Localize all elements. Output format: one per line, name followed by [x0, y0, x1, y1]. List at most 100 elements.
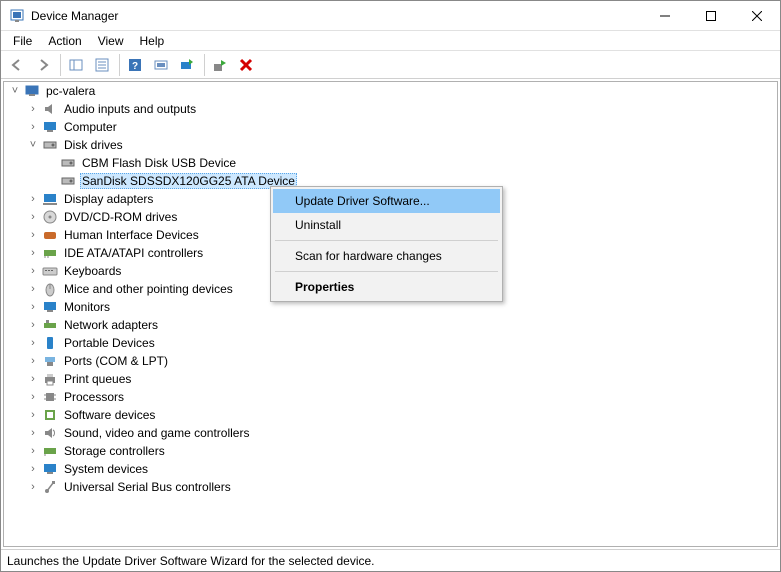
expand-icon[interactable]: › — [26, 337, 40, 349]
tree-node-portable[interactable]: › Portable Devices — [26, 334, 777, 352]
tree-node-label: CBM Flash Disk USB Device — [80, 156, 238, 170]
enable-button[interactable] — [208, 53, 232, 77]
tree-node-label: Human Interface Devices — [62, 228, 201, 242]
context-menu: Update Driver Software... Uninstall Scan… — [270, 186, 503, 302]
collapse-icon[interactable]: ˅ — [26, 139, 40, 151]
expand-icon[interactable]: › — [26, 211, 40, 223]
close-button[interactable] — [734, 1, 780, 30]
toolbar-separator — [60, 54, 61, 76]
monitor-icon — [42, 299, 58, 315]
tree-node-label: Sound, video and game controllers — [62, 426, 251, 440]
expand-icon[interactable]: › — [26, 247, 40, 259]
menu-help[interactable]: Help — [132, 32, 173, 50]
tree-node-label: Keyboards — [62, 264, 123, 278]
printer-icon — [42, 371, 58, 387]
toolbar-separator — [204, 54, 205, 76]
keyboard-icon — [42, 263, 58, 279]
tree-node-label: Processors — [62, 390, 126, 404]
context-separator — [275, 271, 498, 272]
expand-icon[interactable]: › — [26, 193, 40, 205]
menubar: File Action View Help — [1, 31, 780, 51]
tree-node-label: Print queues — [62, 372, 133, 386]
software-icon — [42, 407, 58, 423]
context-uninstall[interactable]: Uninstall — [273, 213, 500, 237]
tree-node-processors[interactable]: › Processors — [26, 388, 777, 406]
tree-node-system[interactable]: › System devices — [26, 460, 777, 478]
expand-icon[interactable]: › — [26, 283, 40, 295]
tree-node-label: Storage controllers — [62, 444, 167, 458]
expand-icon[interactable]: › — [26, 391, 40, 403]
menu-view[interactable]: View — [90, 32, 132, 50]
statusbar-text: Launches the Update Driver Software Wiza… — [7, 554, 375, 568]
network-icon — [42, 317, 58, 333]
uninstall-button[interactable] — [234, 53, 258, 77]
tree-root[interactable]: ˅ pc-valera — [8, 82, 777, 100]
portable-icon — [42, 335, 58, 351]
context-separator — [275, 240, 498, 241]
tree-node-label: Universal Serial Bus controllers — [62, 480, 233, 494]
mouse-icon — [42, 281, 58, 297]
expand-icon[interactable]: › — [26, 355, 40, 367]
tree-node-sound[interactable]: › Sound, video and game controllers — [26, 424, 777, 442]
tree-node-label: Mice and other pointing devices — [62, 282, 235, 296]
expand-icon[interactable]: › — [26, 373, 40, 385]
expand-icon[interactable]: › — [26, 409, 40, 421]
expand-icon[interactable]: › — [26, 319, 40, 331]
maximize-button[interactable] — [688, 1, 734, 30]
scan-hardware-button[interactable] — [149, 53, 173, 77]
monitor-icon — [42, 119, 58, 135]
svg-text:?: ? — [132, 61, 138, 72]
expand-icon[interactable]: › — [26, 445, 40, 457]
expand-icon[interactable]: › — [26, 427, 40, 439]
app-icon — [9, 8, 25, 24]
sound-icon — [42, 425, 58, 441]
expand-icon[interactable]: › — [26, 103, 40, 115]
tree-node-storage[interactable]: › Storage controllers — [26, 442, 777, 460]
update-driver-button[interactable] — [175, 53, 199, 77]
menu-file[interactable]: File — [5, 32, 40, 50]
tree-node-label: DVD/CD-ROM drives — [62, 210, 179, 224]
expand-icon[interactable]: › — [26, 301, 40, 313]
tree-node-label: Software devices — [62, 408, 157, 422]
tree-node-label: Audio inputs and outputs — [62, 102, 198, 116]
tree-node-label: Computer — [62, 120, 119, 134]
back-button[interactable] — [5, 53, 29, 77]
tree-node-label: Disk drives — [62, 138, 125, 152]
window-buttons — [642, 1, 780, 30]
tree-node-disk-cbm[interactable]: CBM Flash Disk USB Device — [44, 154, 777, 172]
tree-node-label: Portable Devices — [62, 336, 157, 350]
expand-icon[interactable]: › — [26, 265, 40, 277]
tree-node-label: System devices — [62, 462, 150, 476]
show-hide-button[interactable] — [64, 53, 88, 77]
ide-icon — [42, 245, 58, 261]
help-button[interactable]: ? — [123, 53, 147, 77]
forward-button[interactable] — [31, 53, 55, 77]
expand-icon[interactable]: › — [26, 121, 40, 133]
expand-icon[interactable]: › — [26, 481, 40, 493]
context-scan[interactable]: Scan for hardware changes — [273, 244, 500, 268]
statusbar: Launches the Update Driver Software Wiza… — [1, 549, 780, 571]
tree-node-usb[interactable]: › Universal Serial Bus controllers — [26, 478, 777, 496]
titlebar: Device Manager — [1, 1, 780, 31]
properties-button[interactable] — [90, 53, 114, 77]
tree-node-software[interactable]: › Software devices — [26, 406, 777, 424]
tree-node-label: Ports (COM & LPT) — [62, 354, 170, 368]
menu-action[interactable]: Action — [40, 32, 89, 50]
computer-icon — [24, 83, 40, 99]
tree-node-network[interactable]: ›Network adapters — [26, 316, 777, 334]
device-tree-pane[interactable]: ˅ pc-valera › Audio inputs and outputs › C… — [3, 81, 778, 547]
tree-node-disk-drives[interactable]: ˅ Disk drives — [26, 136, 777, 154]
disk-icon — [42, 137, 58, 153]
toolbar: ? — [1, 51, 780, 79]
expand-icon[interactable]: › — [26, 229, 40, 241]
tree-node-ports[interactable]: › Ports (COM & LPT) — [26, 352, 777, 370]
minimize-button[interactable] — [642, 1, 688, 30]
tree-node-computer[interactable]: › Computer — [26, 118, 777, 136]
tree-node-print[interactable]: › Print queues — [26, 370, 777, 388]
expand-icon[interactable]: › — [26, 463, 40, 475]
context-update-driver[interactable]: Update Driver Software... — [273, 189, 500, 213]
port-icon — [42, 353, 58, 369]
collapse-icon[interactable]: ˅ — [8, 85, 22, 97]
tree-node-audio[interactable]: › Audio inputs and outputs — [26, 100, 777, 118]
context-properties[interactable]: Properties — [273, 275, 500, 299]
